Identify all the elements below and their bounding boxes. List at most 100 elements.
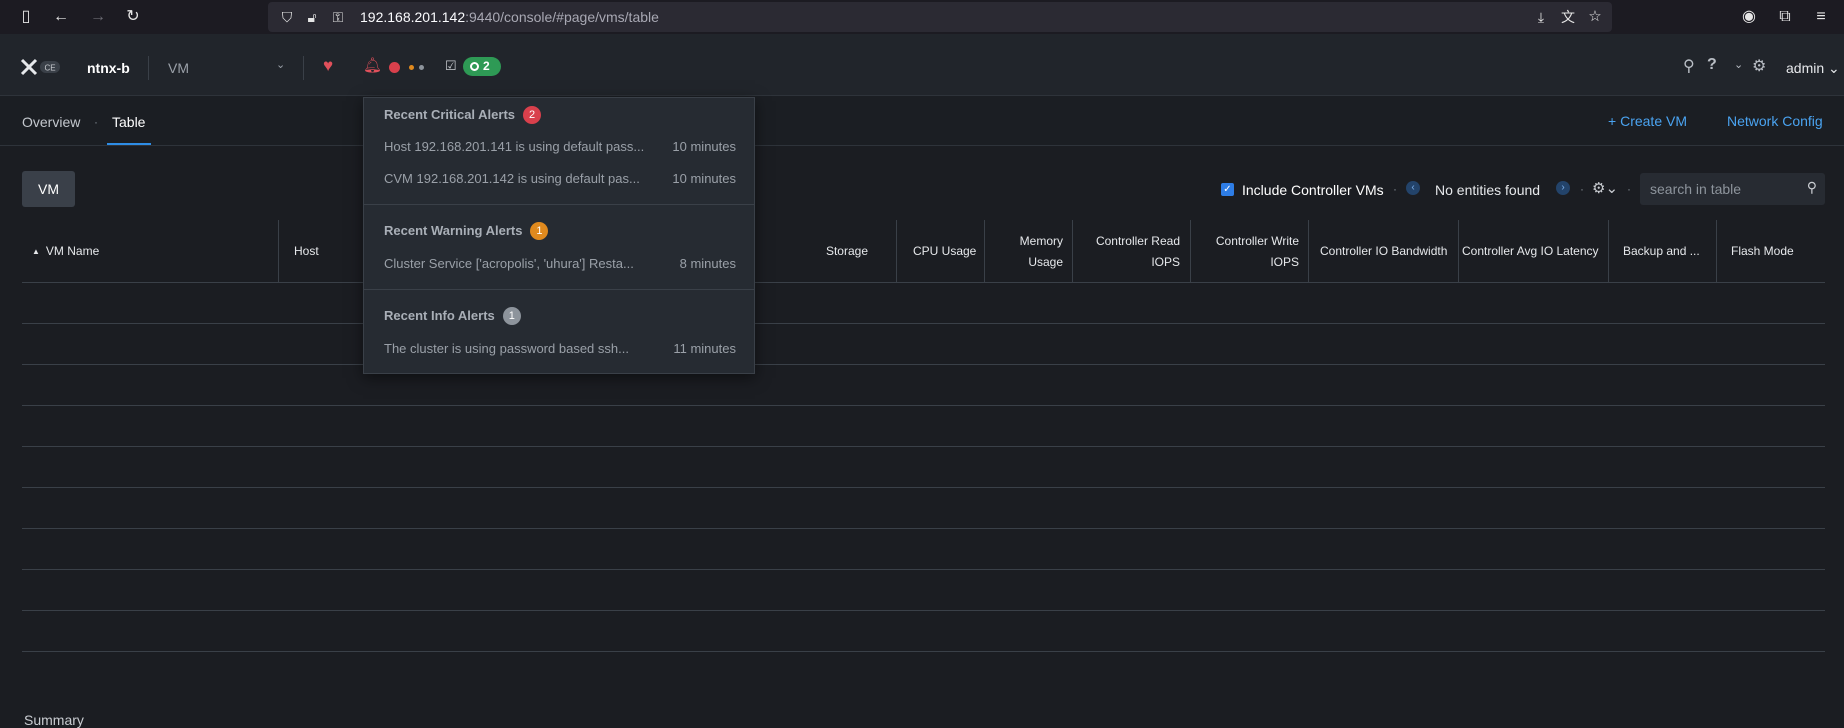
info-alert-dot[interactable] [419,65,424,70]
alert-message: Cluster Service ['acropolis', 'uhura'] R… [384,256,634,271]
table-row [22,528,1825,529]
tab-table[interactable]: Table [112,114,145,130]
menu-icon[interactable]: ≡ [1810,6,1832,28]
alert-time: 10 minutes [672,171,736,186]
column-label-line2: IOPS [1270,254,1299,269]
url-host: 192.168.201.142 [360,9,466,25]
critical-count-badge: 2 [523,106,542,124]
sort-ascending-icon[interactable]: ▲ [32,241,40,262]
critical-alert-dot[interactable] [389,62,400,73]
table-settings-gear-icon[interactable]: ⚙⌄ [1592,179,1618,197]
column-divider[interactable] [1072,220,1073,283]
column-memory-usage[interactable]: Memory Usage [990,220,1063,283]
tasks-icon[interactable]: ☑ [445,58,457,74]
tab-overview[interactable]: Overview [22,114,80,130]
table-row [22,323,1825,324]
table-search[interactable]: ⚲ [1640,173,1825,205]
include-cvms-label[interactable]: Include Controller VMs [1242,182,1384,198]
table-header: ▲ VM Name Host Storage CPU Usage Memory Us… [22,220,1825,283]
warning-alerts-title: Recent Warning Alerts [384,223,523,238]
divider [364,289,754,290]
account-icon[interactable]: ◉ [1738,6,1760,28]
prev-page-icon[interactable]: ‹ [1406,181,1420,195]
column-controller-io-bandwidth[interactable]: Controller IO Bandwidth [1320,220,1460,283]
column-divider[interactable] [1716,220,1717,283]
table-row [22,610,1825,611]
column-backup[interactable]: Backup and ... [1623,220,1713,283]
address-bar[interactable]: ⛉ 🔓︎ ⚿ 192.168.201.142:9440/console/#pag… [268,2,1612,32]
column-divider[interactable] [278,220,279,283]
download-page-icon[interactable]: ⤓ [1530,6,1552,28]
browser-toolbar: ▯ ← → ↻ ⛉ 🔓︎ ⚿ 192.168.201.142:9440/cons… [0,0,1844,34]
key-icon[interactable]: ⚿ [327,6,349,28]
column-label: Controller Write [1215,233,1299,248]
column-divider[interactable] [984,220,985,283]
alert-time: 11 minutes [673,341,736,356]
column-controller-read-iops[interactable]: Controller Read IOPS [1078,220,1180,283]
info-alerts-title: Recent Info Alerts [384,308,495,323]
column-divider[interactable] [896,220,897,283]
lock-icon[interactable]: 🔓︎ [301,6,323,28]
separator-dot: · [1580,182,1584,196]
summary-heading: Summary [24,712,84,728]
create-vm-button[interactable]: + Create VM [1608,113,1687,129]
forward-icon[interactable]: → [87,6,109,28]
tasks-badge[interactable]: 2 [463,57,501,76]
column-divider[interactable] [1458,220,1459,283]
url-text[interactable]: 192.168.201.142:9440/console/#page/vms/t… [360,9,659,25]
critical-alerts-heading[interactable]: Recent Critical Alerts 2 [384,106,542,124]
search-input[interactable] [1650,179,1790,199]
cluster-name[interactable]: ntnx-b [87,60,130,76]
chevron-down-icon[interactable]: ⌄ [276,58,285,71]
chevron-down-icon[interactable]: ⌄ [1734,58,1743,71]
column-storage[interactable]: Storage [802,220,868,283]
table-row [22,364,1825,365]
search-icon[interactable]: ⚲ [1683,56,1695,76]
column-controller-avg-io-latency[interactable]: Controller Avg IO Latency [1462,220,1607,283]
table-row [22,487,1825,488]
back-icon[interactable]: ← [50,6,72,28]
shield-icon[interactable]: ⛉ [276,6,298,28]
settings-gear-icon[interactable]: ⚙ [1752,56,1766,76]
reload-icon[interactable]: ↻ [122,6,144,28]
warning-alerts-heading[interactable]: Recent Warning Alerts 1 [384,222,549,240]
translate-icon[interactable]: 文 [1557,6,1579,28]
logo-ce-badge: CE [44,64,55,73]
nutanix-logo[interactable]: CE [20,57,62,77]
search-icon[interactable]: ⚲ [1807,179,1817,196]
column-flash-mode[interactable]: Flash Mode [1731,220,1821,283]
extensions-icon[interactable]: ⧉ [1774,6,1796,28]
alert-message: The cluster is using password based ssh.… [384,341,629,356]
alerts-popover: Recent Critical Alerts 2 Host 192.168.201… [363,97,755,374]
alert-time: 8 minutes [679,256,736,271]
alert-bell-icon[interactable]: 🔔︎ [363,56,382,74]
info-alerts-heading[interactable]: Recent Info Alerts 1 [384,307,521,325]
create-vm-label: Create VM [1620,113,1687,129]
column-divider[interactable] [1190,220,1191,283]
separator-dot: · [1627,182,1631,196]
health-heart-icon[interactable]: ♥ [323,56,333,76]
sidebar-toggle-icon[interactable]: ▯ [15,6,37,28]
column-vm-name[interactable]: ▲ VM Name [32,220,292,283]
tasks-count: 2 [483,59,490,73]
user-menu[interactable]: admin ⌄ [1786,60,1840,77]
separator-dot: · [1393,182,1397,196]
warning-alert-dot[interactable] [409,65,414,70]
column-label-line2: IOPS [1151,254,1180,269]
next-page-icon[interactable]: › [1556,181,1570,195]
help-icon[interactable]: ? [1707,56,1717,74]
entity-selector[interactable]: VM [168,60,189,76]
column-label: Memory [1019,233,1063,248]
vm-filter-button[interactable]: VM [22,171,75,207]
column-host[interactable]: Host [294,220,374,283]
column-cpu-usage[interactable]: CPU Usage [913,220,993,283]
alert-message: CVM 192.168.201.142 is using default pas… [384,171,640,186]
network-config-button[interactable]: Network Config [1727,113,1823,129]
column-divider[interactable] [1308,220,1309,283]
bookmark-star-icon[interactable]: ☆ [1584,6,1606,28]
column-divider[interactable] [1608,220,1609,283]
table-row [22,569,1825,570]
include-cvms-checkbox[interactable]: ✓ [1221,183,1234,196]
alert-time: 10 minutes [672,139,736,154]
column-controller-write-iops[interactable]: Controller Write IOPS [1196,220,1299,283]
